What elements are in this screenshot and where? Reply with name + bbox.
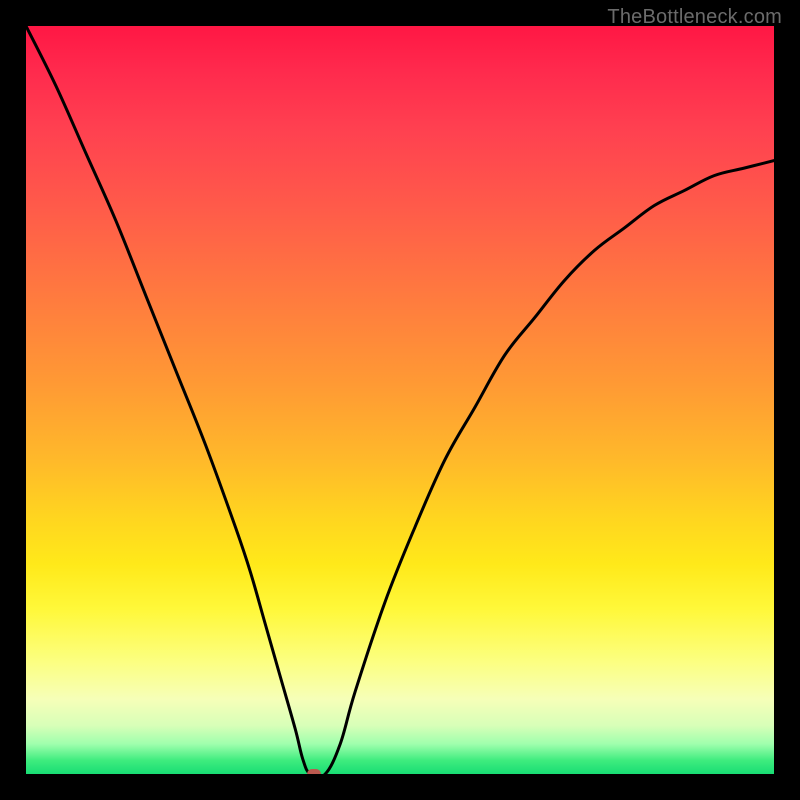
- chart-frame: TheBottleneck.com: [0, 0, 800, 800]
- watermark-text: TheBottleneck.com: [607, 6, 782, 29]
- plot-area: [26, 26, 774, 774]
- bottleneck-curve: [26, 26, 774, 774]
- minimum-marker: [307, 769, 321, 774]
